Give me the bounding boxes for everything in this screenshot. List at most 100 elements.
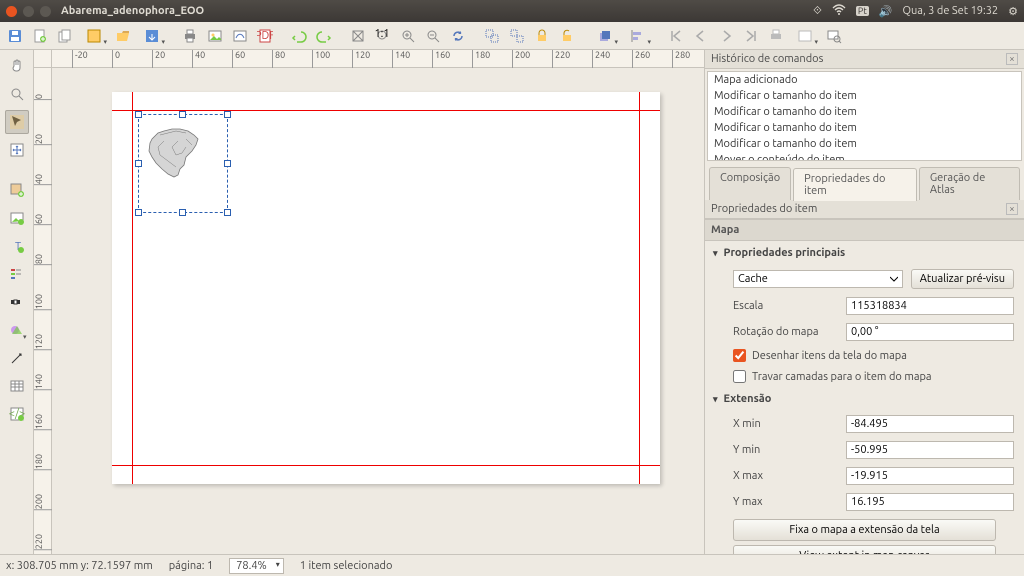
zoom-full-button[interactable] [347, 25, 369, 47]
window-close-icon[interactable] [6, 6, 17, 17]
collapsible-main-props[interactable]: Propriedades principais [705, 241, 1024, 265]
add-scalebar-tool[interactable] [5, 290, 29, 314]
resize-handle[interactable] [179, 111, 186, 118]
datetime[interactable]: Qua, 3 de Set 19:32 [902, 5, 998, 17]
history-item[interactable]: Modificar o tamanho do item [708, 104, 1021, 120]
nav-first-button[interactable] [665, 25, 687, 47]
svg-text:1:1: 1:1 [375, 28, 390, 40]
resize-handle[interactable] [224, 209, 231, 216]
lock-button[interactable] [531, 25, 553, 47]
resize-handle[interactable] [224, 160, 231, 167]
history-item[interactable]: Mover o conteúdo do item [708, 152, 1021, 161]
add-shape-tool[interactable] [5, 318, 29, 342]
ungroup-button[interactable] [506, 25, 528, 47]
window-minimize-icon[interactable] [23, 6, 34, 17]
window-maximize-icon[interactable] [40, 6, 51, 17]
resize-handle[interactable] [224, 111, 231, 118]
margin-guide [639, 92, 640, 484]
add-image-tool[interactable] [5, 206, 29, 230]
rotation-input[interactable] [846, 323, 1014, 341]
volume-icon[interactable]: 🔊 [879, 5, 893, 18]
raise-button[interactable] [590, 25, 620, 47]
export-image-button[interactable] [204, 25, 226, 47]
save-button[interactable] [4, 25, 26, 47]
close-icon[interactable]: × [1006, 203, 1018, 215]
section-map: Mapa [705, 219, 1024, 241]
language-indicator[interactable]: Pt [856, 6, 869, 16]
add-arrow-tool[interactable] [5, 346, 29, 370]
duplicate-button[interactable] [54, 25, 76, 47]
scale-input[interactable] [846, 297, 1014, 315]
xmin-input[interactable] [846, 415, 1014, 433]
add-map-tool[interactable] [5, 178, 29, 202]
view-extent-button[interactable]: View extent in map canvas [733, 545, 996, 554]
cache-select[interactable]: Cache [733, 270, 903, 288]
tab-composition[interactable]: Composição [709, 167, 791, 200]
close-icon[interactable]: × [1006, 53, 1018, 65]
nav-next-button[interactable] [715, 25, 737, 47]
add-label-tool[interactable]: T [5, 234, 29, 258]
ymax-input[interactable] [846, 493, 1014, 511]
resize-handle[interactable] [179, 209, 186, 216]
map-item[interactable] [138, 114, 228, 213]
ymin-input[interactable] [846, 441, 1014, 459]
resize-handle[interactable] [135, 160, 142, 167]
resize-handle[interactable] [135, 209, 142, 216]
lock-layers-checkbox[interactable] [733, 370, 746, 383]
undo-button[interactable] [288, 25, 310, 47]
align-button[interactable] [623, 25, 653, 47]
nav-last-button[interactable] [740, 25, 762, 47]
status-page: página: 1 [169, 560, 213, 572]
atlas-settings-button[interactable] [823, 25, 845, 47]
atlas-print-button[interactable] [765, 25, 787, 47]
atlas-export-button[interactable] [790, 25, 820, 47]
zoom-tool[interactable] [5, 82, 29, 106]
manager-button[interactable] [79, 25, 109, 47]
xmax-input[interactable] [846, 467, 1014, 485]
zoom-in-button[interactable] [397, 25, 419, 47]
history-item[interactable]: Modificar o tamanho do item [708, 88, 1021, 104]
add-html-tool[interactable]: </> [5, 402, 29, 426]
history-item[interactable]: Mapa adicionado [708, 72, 1021, 88]
status-selection: 1 item selecionado [300, 560, 393, 572]
nav-prev-button[interactable] [690, 25, 712, 47]
add-table-tool[interactable] [5, 374, 29, 398]
history-item[interactable]: Modificar o tamanho do item [708, 136, 1021, 152]
zoom-out-button[interactable] [422, 25, 444, 47]
composer-page[interactable] [112, 92, 660, 484]
print-button[interactable] [179, 25, 201, 47]
left-toolbar: T </> [0, 50, 34, 554]
canvas-area[interactable]: -200204060801001201401601802002202402602… [34, 50, 704, 554]
move-content-tool[interactable] [5, 138, 29, 162]
dropbox-icon[interactable]: ⟐ [813, 5, 822, 18]
history-panel-title: Histórico de comandos × [705, 50, 1024, 69]
status-coords: x: 308.705 mm y: 72.1597 mm [6, 560, 153, 572]
export-svg-button[interactable] [229, 25, 251, 47]
draw-canvas-checkbox[interactable] [733, 349, 746, 362]
open-button[interactable] [112, 25, 134, 47]
export-pdf-button[interactable]: PDF [254, 25, 276, 47]
resize-handle[interactable] [135, 111, 142, 118]
group-button[interactable] [481, 25, 503, 47]
fix-extent-button[interactable]: Fixa o mapa a extensão da tela [733, 519, 996, 541]
tab-item-properties[interactable]: Propriedades do item [793, 168, 917, 201]
draw-canvas-label: Desenhar itens da tela do mapa [752, 350, 907, 362]
session-icon[interactable]: ⚙ [1008, 5, 1018, 18]
zoom-actual-button[interactable]: 1:1 [372, 25, 394, 47]
history-list[interactable]: Mapa adicionadoModificar o tamanho do it… [707, 71, 1022, 161]
redo-button[interactable] [313, 25, 335, 47]
add-legend-tool[interactable] [5, 262, 29, 286]
scale-label: Escala [733, 300, 838, 312]
collapsible-extent[interactable]: Extensão [705, 387, 1024, 411]
wifi-icon[interactable] [832, 4, 846, 19]
history-item[interactable]: Modificar o tamanho do item [708, 120, 1021, 136]
select-tool[interactable] [5, 110, 29, 134]
save-template-button[interactable] [137, 25, 167, 47]
zoom-select[interactable]: 78.4% [229, 558, 284, 574]
new-button[interactable] [29, 25, 51, 47]
unlock-button[interactable] [556, 25, 578, 47]
tab-atlas[interactable]: Geração de Atlas [919, 167, 1020, 200]
pan-tool[interactable] [5, 54, 29, 78]
update-preview-button[interactable]: Atualizar pré-visu [911, 269, 1014, 289]
refresh-button[interactable] [447, 25, 469, 47]
